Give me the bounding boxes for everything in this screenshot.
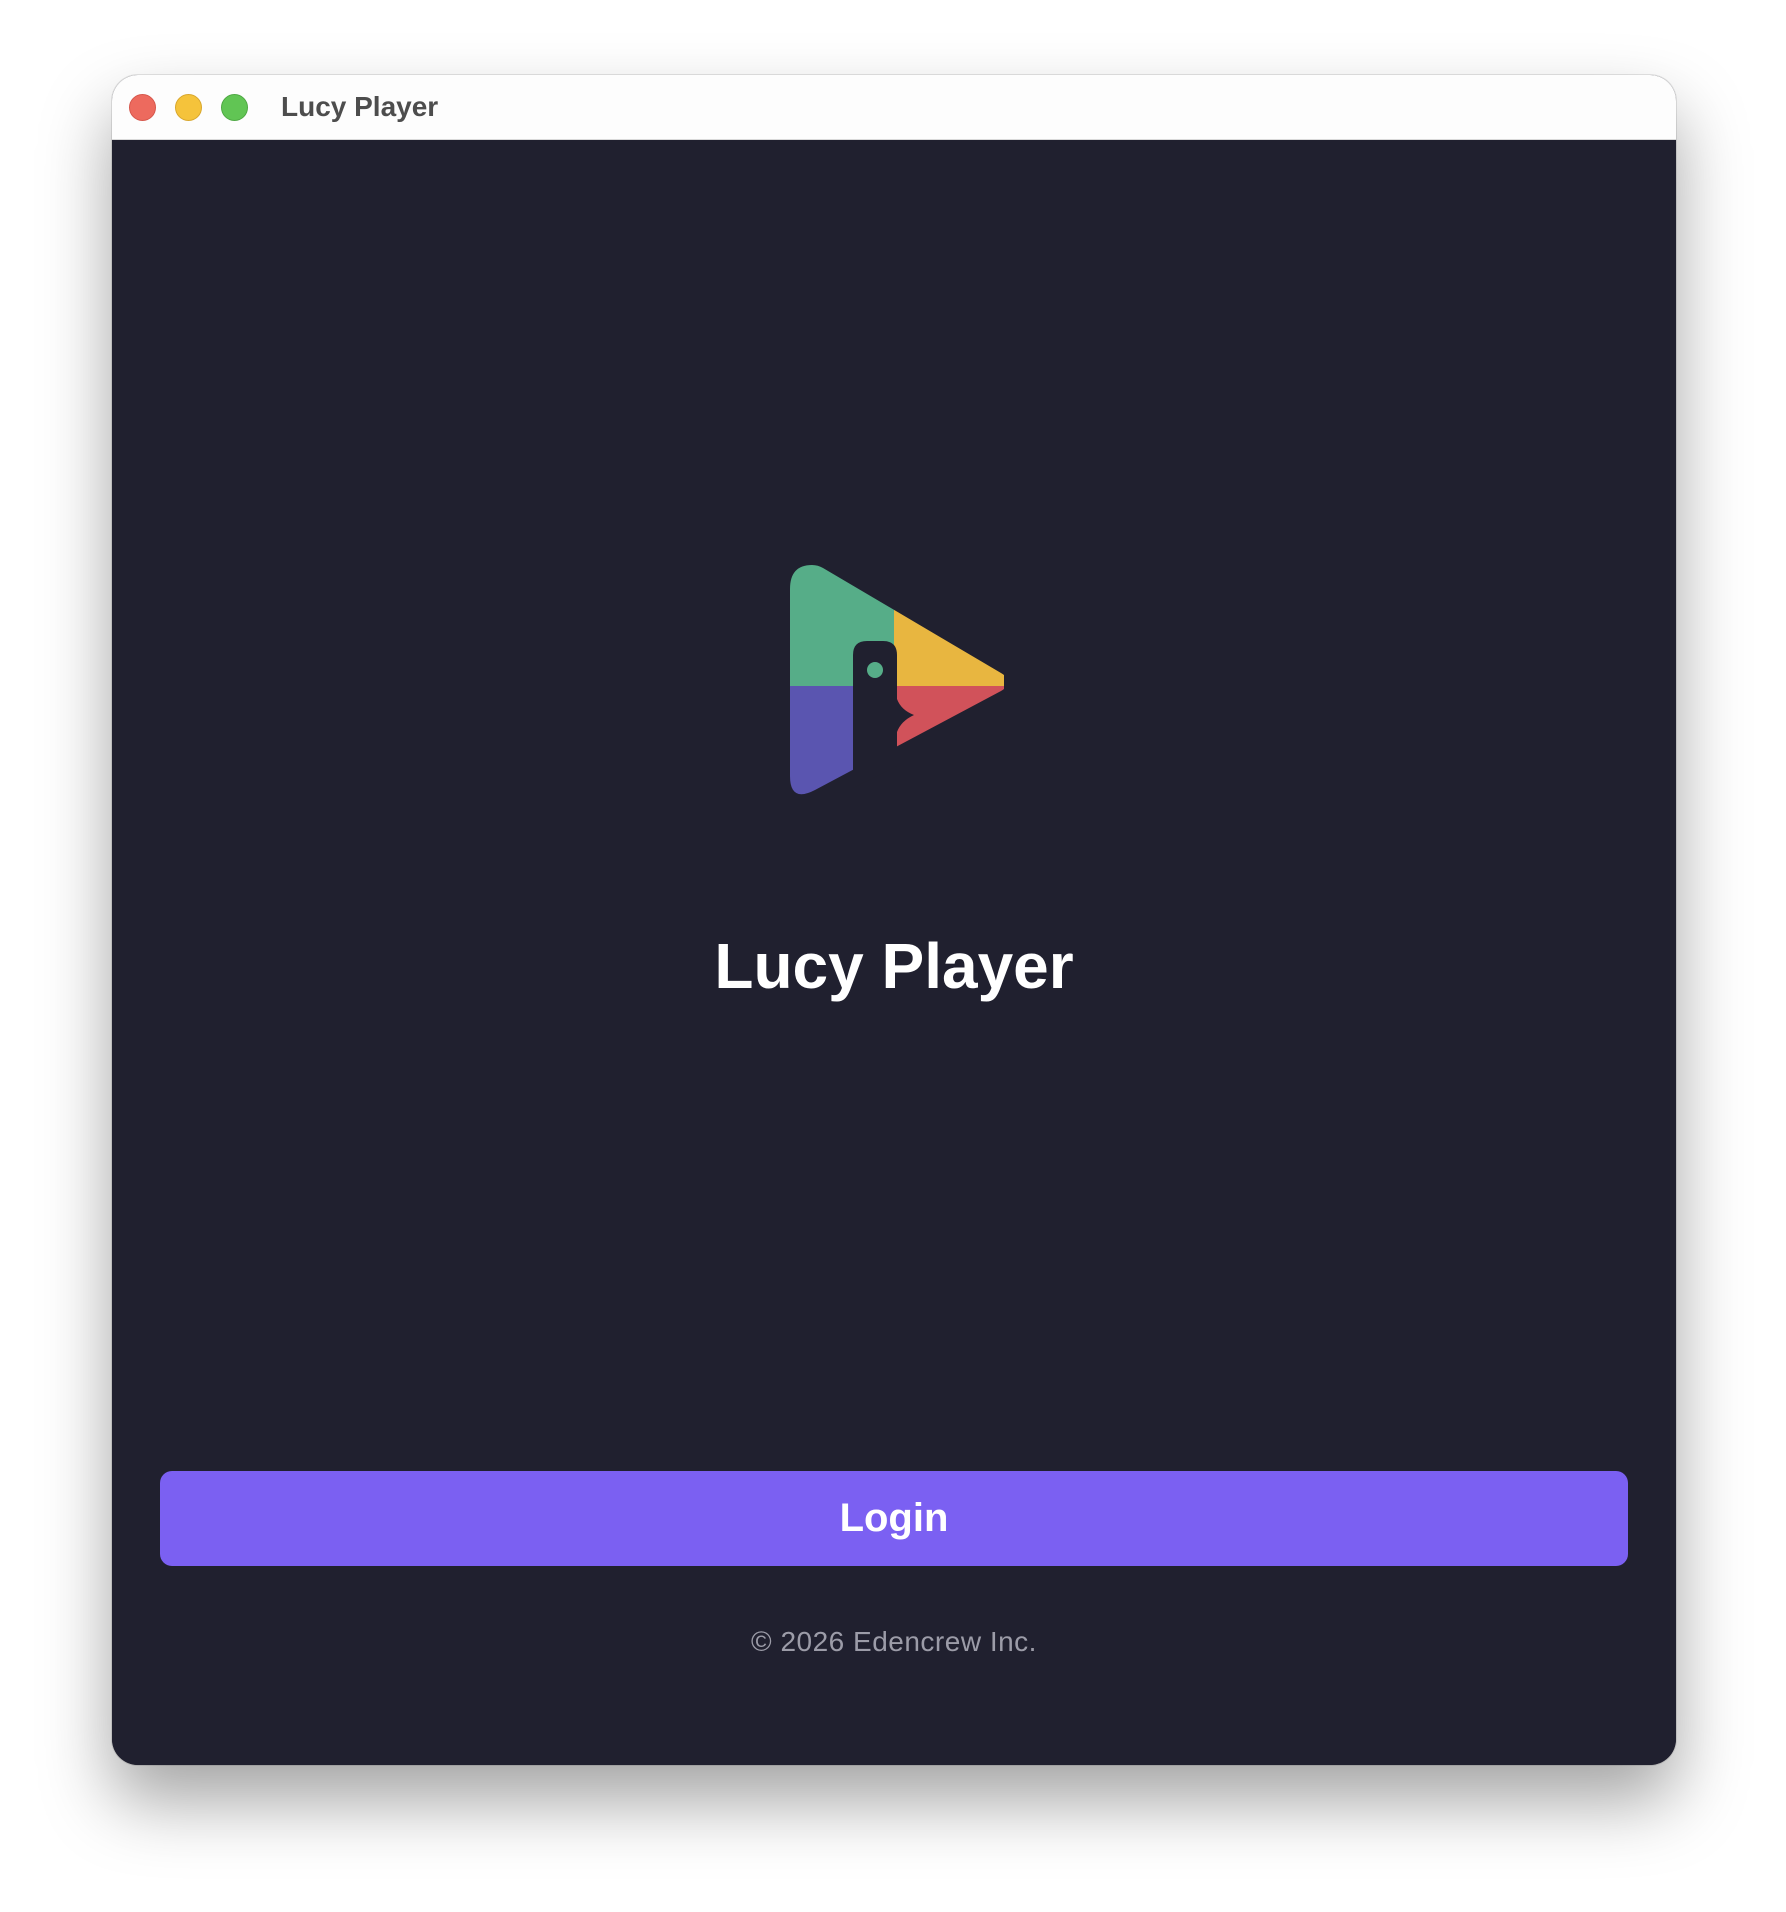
login-screen: Lucy Player Login © 2026 Edencrew Inc.: [112, 140, 1676, 1765]
desktop-background: Lucy Player Lucy Player Login © 2026 Ede…: [0, 0, 1786, 1912]
minimize-window-button[interactable]: [175, 94, 202, 121]
lucy-player-logo-icon: [790, 565, 1004, 795]
logo-red-segment: [894, 686, 1004, 795]
app-window: Lucy Player Lucy Player Login © 2026 Ede…: [112, 75, 1676, 1765]
maximize-window-button[interactable]: [221, 94, 248, 121]
app-name-title: Lucy Player: [714, 930, 1074, 1002]
close-window-button[interactable]: [129, 94, 156, 121]
copyright-text: © 2026 Edencrew Inc.: [751, 1626, 1037, 1657]
logo-yellow-segment: [894, 565, 1004, 686]
login-button[interactable]: Login: [160, 1471, 1628, 1566]
window-title: Lucy Player: [281, 91, 439, 122]
logo-dot-icon: [867, 662, 883, 678]
window-titlebar[interactable]: Lucy Player: [112, 75, 1676, 140]
